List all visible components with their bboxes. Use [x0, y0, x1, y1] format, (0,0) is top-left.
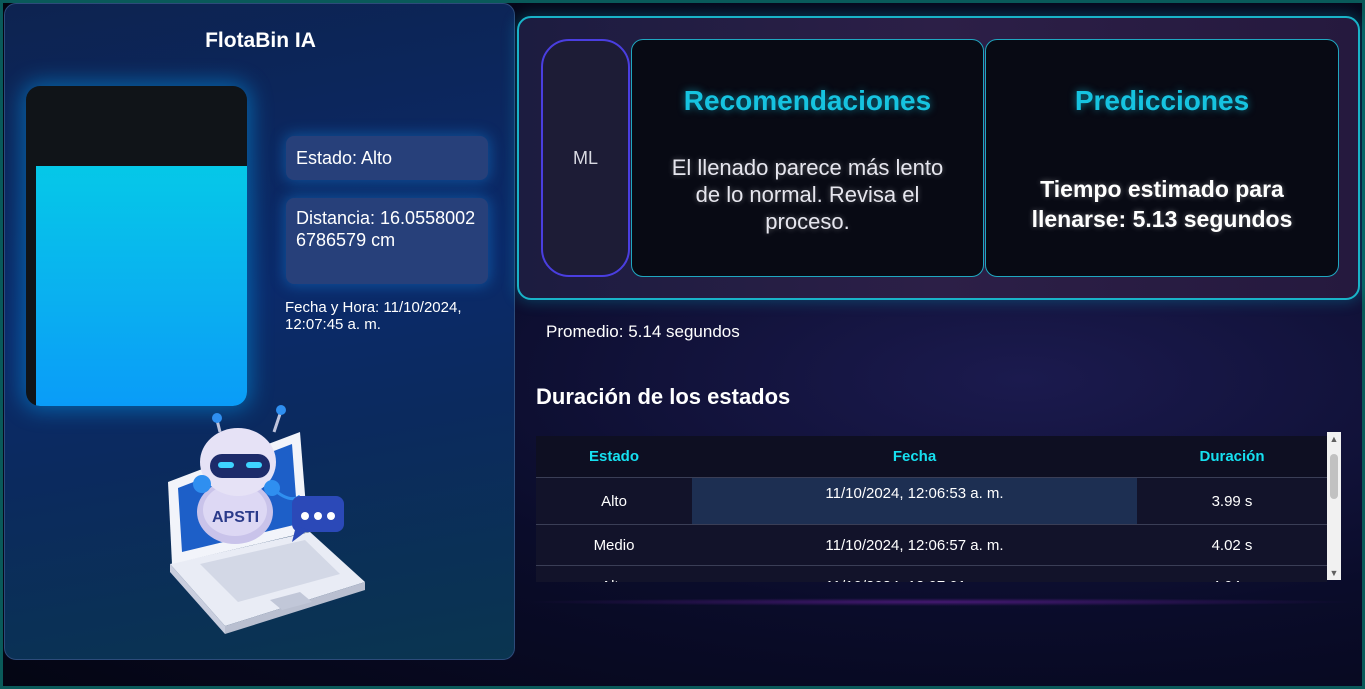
- durations-title: Duración de los estados: [536, 384, 791, 409]
- cell-estado: Alto: [536, 565, 692, 582]
- distance-card: Distancia: 16.05580026786579 cm: [286, 198, 488, 284]
- cell-fecha: 11/10/2024, 12:06:53 a. m.: [692, 477, 1137, 525]
- cell-estado: Alto: [536, 477, 692, 525]
- ml-button[interactable]: ML: [541, 39, 630, 277]
- column-header-estado[interactable]: Estado: [536, 436, 692, 478]
- scroll-down-arrow-icon[interactable]: ▼: [1327, 566, 1341, 580]
- cell-fecha: 11/10/2024, 12:07:01 a. m.: [692, 565, 1137, 582]
- table-row[interactable]: Alto 11/10/2024, 12:07:01 a. m. 4.04 s: [536, 565, 1327, 582]
- durations-table: Estado Fecha Duración Alto 11/10/2024, 1…: [536, 436, 1327, 582]
- table-header-row: Estado Fecha Duración: [536, 436, 1327, 478]
- recommendations-card: Recomendaciones El llenado parece más le…: [631, 39, 984, 277]
- predictions-title: Predicciones: [1074, 85, 1250, 116]
- recommendations-text: El llenado parece más lento de lo normal…: [671, 155, 944, 234]
- scroll-thumb[interactable]: [1330, 454, 1338, 499]
- column-header-duracion[interactable]: Duración: [1137, 436, 1327, 478]
- datetime-label: Fecha y Hora: 11/10/2024, 12:07:45 a. m.: [285, 299, 462, 333]
- column-header-fecha[interactable]: Fecha: [692, 436, 1137, 478]
- cell-fecha: 11/10/2024, 12:06:57 a. m.: [692, 524, 1137, 566]
- bin-level-gauge: [26, 86, 247, 406]
- robot-badge: APSTI: [212, 509, 259, 526]
- bin-fill-level: [36, 166, 247, 406]
- bin-status-panel: FlotaBin IA Estado: Alto Distancia: 16.0…: [4, 3, 515, 660]
- predictions-text: Tiempo estimado para llenarse: 5.13 segu…: [1031, 176, 1293, 232]
- scroll-up-arrow-icon[interactable]: ▲: [1327, 432, 1341, 446]
- ml-insights-panel: ML Recomendaciones El llenado parece más…: [517, 16, 1360, 300]
- table-row[interactable]: Medio 11/10/2024, 12:06:57 a. m. 4.02 s: [536, 524, 1327, 566]
- predictions-card: Predicciones Tiempo estimado para llenar…: [985, 39, 1339, 277]
- average-label: Promedio: 5.14 segundos: [546, 322, 740, 341]
- cell-duracion: 4.02 s: [1137, 524, 1327, 566]
- state-card: Estado: Alto: [286, 136, 488, 180]
- cell-estado: Medio: [536, 524, 692, 566]
- robot-laptop-icon: APSTI: [168, 405, 365, 634]
- durations-table-container[interactable]: Estado Fecha Duración Alto 11/10/2024, 1…: [536, 436, 1327, 582]
- cell-duracion: 4.04 s: [1137, 565, 1327, 582]
- table-row[interactable]: Alto 11/10/2024, 12:06:53 a. m. 3.99 s: [536, 477, 1327, 525]
- cell-duracion: 3.99 s: [1137, 477, 1327, 525]
- table-scrollbar[interactable]: ▲ ▼: [1327, 432, 1341, 580]
- app-title: FlotaBin IA: [205, 29, 316, 52]
- decorative-glow: [520, 598, 1360, 606]
- recommendations-title: Recomendaciones: [683, 85, 932, 116]
